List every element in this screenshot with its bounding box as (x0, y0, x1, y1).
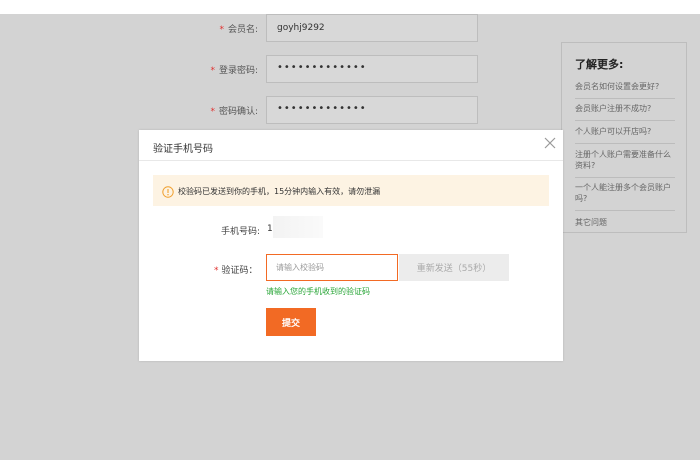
help-item-multiple-accounts[interactable]: 一个人能注册多个会员账户吗? (575, 182, 675, 211)
help-item-register-failed[interactable]: 会员账户注册不成功? (575, 103, 675, 121)
required-mark: * (210, 107, 215, 117)
password-input[interactable]: ••••••••••••• (266, 55, 478, 83)
code-hint: 请输入您的手机收到的验证码 (266, 287, 370, 296)
member-name-row: * 会员名: goyhj9292 (0, 14, 480, 44)
modal-title: 验证手机号码 (153, 144, 213, 155)
member-name-input[interactable]: goyhj9292 (266, 14, 478, 42)
required-mark: * (219, 25, 224, 35)
member-name-label-text: 会员名: (227, 25, 258, 35)
password-label-text: 登录密码: (218, 66, 258, 76)
code-label-text: 验证码： (221, 266, 258, 276)
required-mark: * (210, 66, 215, 76)
modal-header: 验证手机号码 (139, 130, 563, 161)
notice-banner: 校验码已发送到你的手机，15分钟内输入有效，请勿泄漏 (153, 175, 549, 206)
phone-value: 1 (267, 224, 273, 234)
notice-text: 校验码已发送到你的手机，15分钟内输入有效，请勿泄漏 (178, 187, 381, 196)
code-label: * 验证码： (214, 263, 258, 276)
password-confirm-input[interactable]: ••••••••••••• (266, 96, 478, 124)
warning-icon (162, 183, 174, 198)
close-icon[interactable] (543, 135, 557, 149)
verification-code-input[interactable] (266, 254, 398, 281)
password-confirm-label: * 密码确认: (210, 104, 258, 117)
help-item-member-name[interactable]: 会员名如何设置会更好? (575, 81, 675, 99)
password-confirm-row: * 密码确认: ••••••••••••• (0, 96, 480, 126)
top-bar (0, 0, 700, 14)
help-panel: 了解更多: 会员名如何设置会更好? 会员账户注册不成功? 个人账户可以开店吗? … (561, 42, 687, 233)
submit-button[interactable]: 提交 (266, 308, 316, 336)
help-item-other[interactable]: 其它问题 (575, 217, 675, 234)
password-row: * 登录密码: ••••••••••••• (0, 55, 480, 85)
phone-blur-mask (273, 216, 323, 238)
help-item-materials[interactable]: 注册个人账户需要准备什么资料? (575, 149, 675, 178)
phone-label: 手机号码: (221, 227, 261, 237)
verify-phone-modal: 验证手机号码 校验码已发送到你的手机，15分钟内输入有效，请勿泄漏 手机号码: … (139, 130, 563, 361)
member-name-label: * 会员名: (219, 22, 258, 35)
password-label: * 登录密码: (210, 63, 258, 76)
resend-button[interactable]: 重新发送（55秒） (399, 254, 509, 281)
help-item-open-shop[interactable]: 个人账户可以开店吗? (575, 126, 675, 144)
help-title: 了解更多: (575, 58, 624, 71)
required-mark: * (214, 266, 219, 276)
password-confirm-label-text: 密码确认: (218, 107, 258, 117)
